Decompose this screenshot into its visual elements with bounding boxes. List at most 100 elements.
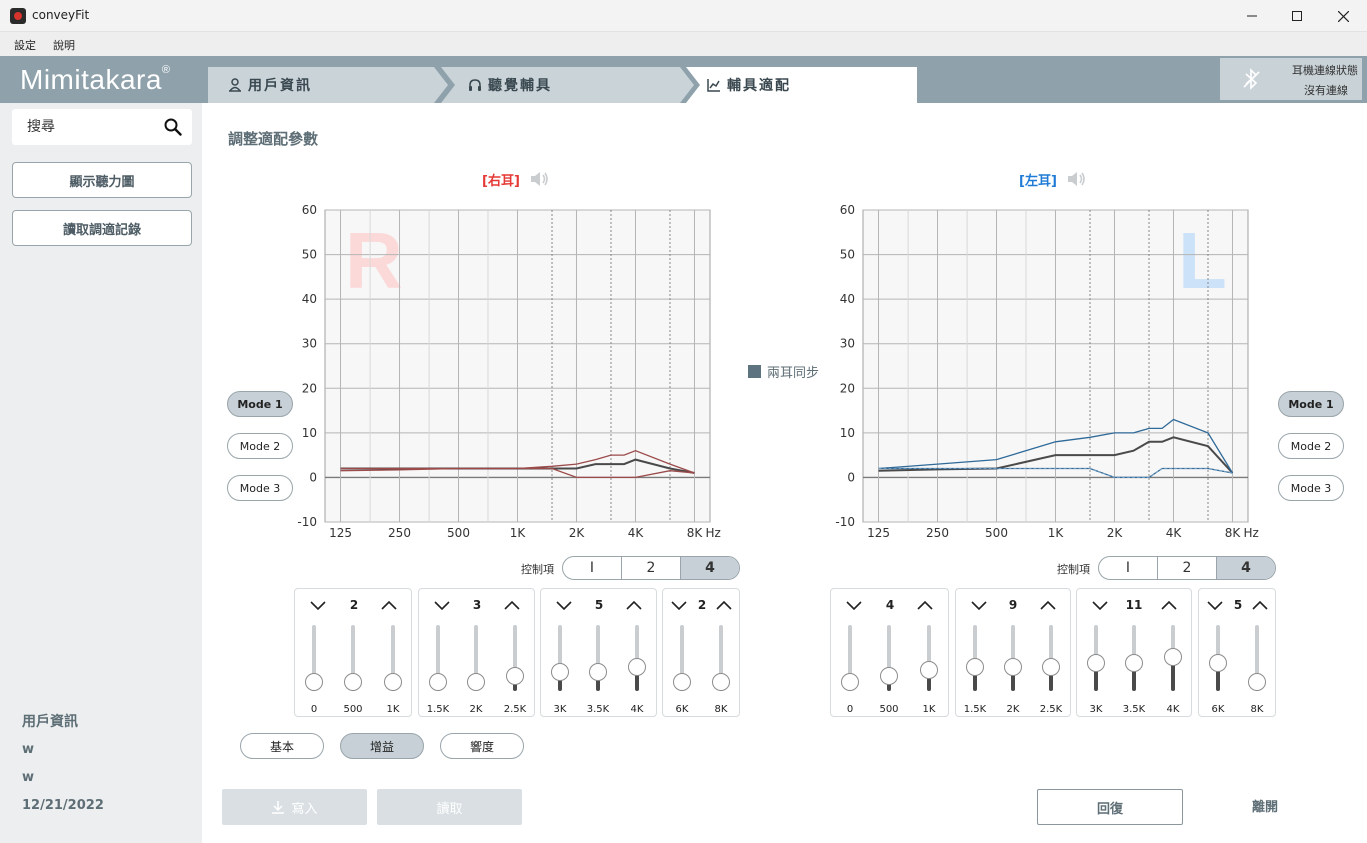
minimize-button[interactable] bbox=[1229, 0, 1275, 32]
left-control-option-1[interactable]: I bbox=[1099, 557, 1158, 579]
tab-fitting[interactable]: 輔具適配 bbox=[707, 67, 791, 103]
gain-slider[interactable] bbox=[466, 625, 486, 699]
decrease-gain-button[interactable] bbox=[969, 597, 989, 613]
slider-thumb[interactable] bbox=[966, 657, 984, 676]
right-control-option-1[interactable]: I bbox=[563, 557, 622, 579]
right-control-option-2[interactable]: 2 bbox=[622, 557, 681, 579]
gain-slider[interactable] bbox=[672, 625, 692, 699]
left-ear-gain-chart[interactable]: L -10 0 10 20 30 40 50 60 125 250 500 1K 2K 4K 8K Hz bbox=[828, 202, 1268, 547]
gain-slider[interactable] bbox=[588, 625, 608, 699]
show-audiogram-button[interactable]: 顯示聽力圖 bbox=[12, 162, 192, 198]
right-control-option-4[interactable]: 4 bbox=[681, 557, 739, 579]
slider-thumb[interactable] bbox=[1164, 648, 1182, 667]
gain-slider[interactable] bbox=[840, 625, 860, 699]
slider-thumb[interactable] bbox=[506, 667, 524, 686]
menu-settings[interactable]: 設定 bbox=[14, 37, 36, 53]
gain-slider[interactable] bbox=[383, 625, 403, 699]
exit-button[interactable]: 離開 bbox=[1240, 796, 1290, 815]
write-button[interactable]: 寫入 bbox=[222, 789, 367, 825]
gain-slider[interactable] bbox=[1086, 625, 1106, 699]
gain-slider[interactable] bbox=[343, 625, 363, 699]
gain-slider[interactable] bbox=[1124, 625, 1144, 699]
decrease-gain-button[interactable] bbox=[554, 597, 574, 613]
slider-thumb[interactable] bbox=[841, 673, 859, 691]
right-mode-2-button[interactable]: Mode 2 bbox=[227, 433, 293, 459]
write-label: 寫入 bbox=[291, 801, 318, 817]
slider-thumb[interactable] bbox=[467, 673, 485, 691]
slider-thumb[interactable] bbox=[1209, 653, 1227, 672]
right-mode-1-button[interactable]: Mode 1 bbox=[227, 391, 293, 417]
decrease-gain-button[interactable] bbox=[1090, 597, 1110, 613]
slider-thumb[interactable] bbox=[1248, 673, 1266, 691]
left-control-option-2[interactable]: 2 bbox=[1158, 557, 1217, 579]
search-input[interactable] bbox=[12, 109, 160, 145]
x-tick-label: 2K bbox=[569, 526, 586, 540]
left-mode-2-button[interactable]: Mode 2 bbox=[1278, 433, 1344, 459]
increase-gain-button[interactable] bbox=[1159, 597, 1179, 613]
increase-gain-button[interactable] bbox=[502, 597, 522, 613]
slider-thumb[interactable] bbox=[429, 673, 447, 691]
increase-gain-button[interactable] bbox=[624, 597, 644, 613]
gain-slider[interactable] bbox=[919, 625, 939, 699]
gain-slider[interactable] bbox=[1041, 625, 1061, 699]
search-icon[interactable] bbox=[164, 118, 182, 136]
menu-help[interactable]: 說明 bbox=[53, 37, 75, 53]
decrease-gain-button[interactable] bbox=[669, 597, 689, 613]
decrease-gain-button[interactable] bbox=[1205, 597, 1225, 613]
gain-slider[interactable] bbox=[1208, 625, 1228, 699]
gain-slider[interactable] bbox=[1003, 625, 1023, 699]
right-mode-3-button[interactable]: Mode 3 bbox=[227, 475, 293, 501]
gain-slider[interactable] bbox=[428, 625, 448, 699]
gain-slider[interactable] bbox=[879, 625, 899, 699]
left-mode-3-button[interactable]: Mode 3 bbox=[1278, 475, 1344, 501]
gain-slider[interactable] bbox=[1163, 625, 1183, 699]
slider-thumb[interactable] bbox=[1125, 653, 1143, 672]
left-control-option-4[interactable]: 4 bbox=[1217, 557, 1275, 579]
tab-hearing-aid[interactable]: 聽覺輔具 bbox=[468, 67, 552, 103]
gain-slider[interactable] bbox=[505, 625, 525, 699]
slider-thumb[interactable] bbox=[384, 673, 402, 691]
speaker-icon[interactable] bbox=[1067, 170, 1087, 188]
decrease-gain-button[interactable] bbox=[844, 597, 864, 613]
tab-user-info[interactable]: 用戶資訊 bbox=[228, 67, 312, 103]
gain-slider[interactable] bbox=[711, 625, 731, 699]
gain-slider[interactable] bbox=[627, 625, 647, 699]
gain-slider[interactable] bbox=[965, 625, 985, 699]
sync-checkbox[interactable] bbox=[748, 365, 761, 378]
slider-thumb[interactable] bbox=[920, 661, 938, 680]
decrease-gain-button[interactable] bbox=[432, 597, 452, 613]
slider-thumb[interactable] bbox=[305, 673, 323, 691]
increase-gain-button[interactable] bbox=[1250, 597, 1270, 613]
binaural-sync-toggle[interactable]: 兩耳同步 bbox=[748, 362, 819, 381]
loudness-mode-button[interactable]: 響度 bbox=[440, 733, 524, 759]
read-button[interactable]: 讀取 bbox=[377, 789, 522, 825]
increase-gain-button[interactable] bbox=[915, 597, 935, 613]
slider-thumb[interactable] bbox=[628, 657, 646, 676]
slider-thumb[interactable] bbox=[1042, 657, 1060, 676]
gain-mode-button[interactable]: 增益 bbox=[340, 733, 424, 759]
left-control-label: 控制項 bbox=[1057, 563, 1090, 576]
slider-thumb[interactable] bbox=[880, 667, 898, 686]
basic-mode-button[interactable]: 基本 bbox=[240, 733, 324, 759]
increase-gain-button[interactable] bbox=[379, 597, 399, 613]
slider-thumb[interactable] bbox=[344, 673, 362, 691]
slider-thumb[interactable] bbox=[1087, 653, 1105, 672]
decrease-gain-button[interactable] bbox=[308, 597, 328, 613]
increase-gain-button[interactable] bbox=[714, 597, 734, 613]
increase-gain-button[interactable] bbox=[1038, 597, 1058, 613]
slider-thumb[interactable] bbox=[1004, 657, 1022, 676]
left-mode-1-button[interactable]: Mode 1 bbox=[1278, 391, 1344, 417]
close-button[interactable] bbox=[1320, 0, 1366, 32]
slider-thumb[interactable] bbox=[673, 673, 691, 691]
gain-slider[interactable] bbox=[1247, 625, 1267, 699]
gain-slider[interactable] bbox=[550, 625, 570, 699]
slider-thumb[interactable] bbox=[589, 663, 607, 682]
slider-thumb[interactable] bbox=[551, 663, 569, 682]
maximize-button[interactable] bbox=[1274, 0, 1320, 32]
gain-slider[interactable] bbox=[304, 625, 324, 699]
reset-button[interactable]: 回復 bbox=[1037, 789, 1183, 825]
speaker-icon[interactable] bbox=[530, 170, 550, 188]
right-ear-gain-chart[interactable]: R -10 0 10 20 30 40 50 60 125 250 500 1K 2K 4K 8K Hz bbox=[290, 202, 730, 547]
slider-thumb[interactable] bbox=[712, 673, 730, 691]
load-record-button[interactable]: 讀取調適記錄 bbox=[12, 210, 192, 246]
